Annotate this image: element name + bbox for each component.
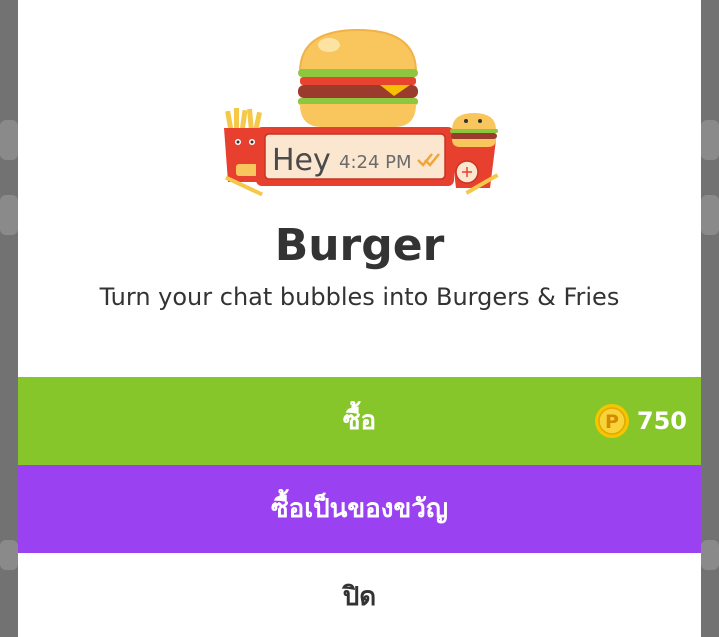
- background-card: [701, 540, 719, 570]
- background-card: [701, 195, 719, 235]
- buy-button[interactable]: ซื้อ P 750: [18, 377, 701, 465]
- bubble-text: Hey: [272, 143, 331, 178]
- price-amount: 750: [636, 407, 687, 435]
- buy-button-label: ซื้อ: [342, 406, 377, 436]
- coin-letter: P: [605, 411, 619, 433]
- price-tag: P 750: [594, 377, 687, 465]
- bubble-time: 4:24 PM: [339, 152, 412, 173]
- burger-icon: [298, 28, 418, 127]
- buy-as-gift-button[interactable]: ซื้อเป็นของขวัญ: [18, 465, 701, 553]
- background-card: [0, 120, 18, 160]
- p-coin-icon: P: [594, 404, 629, 438]
- background-card: [0, 195, 18, 235]
- theme-description: Turn your chat bubbles into Burgers & Fr…: [99, 283, 620, 311]
- mini-burger-icon: [450, 113, 498, 147]
- gift-button-label: ซื้อเป็นของขวัญ: [270, 494, 449, 524]
- burger-theme-preview: Hey 4:24 PM: [224, 28, 499, 197]
- chat-bubble-preview: Hey 4:24 PM: [256, 127, 454, 186]
- background-card: [0, 540, 18, 570]
- close-button[interactable]: ปิด: [18, 553, 701, 637]
- theme-title: Burger: [274, 220, 445, 271]
- theme-purchase-dialog: Hey 4:24 PM Burger Turn your chat bubble…: [18, 0, 701, 637]
- background-card: [701, 120, 719, 160]
- soda-cup-icon: [450, 140, 499, 195]
- close-button-label: ปิด: [342, 582, 377, 612]
